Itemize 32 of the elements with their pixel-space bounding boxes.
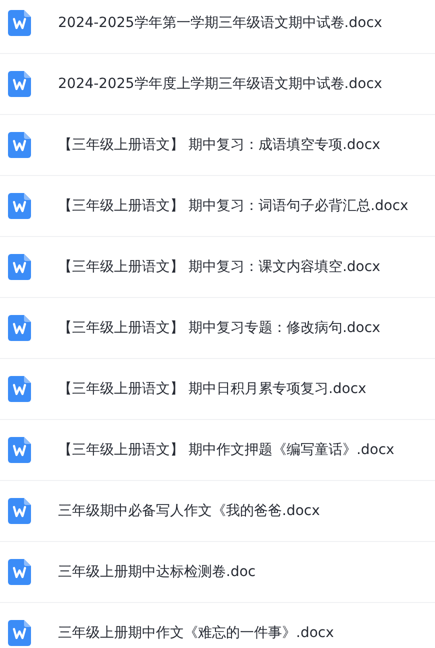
file-name: 【三年级上册语文】 期中日积月累专项复习.docx bbox=[58, 380, 366, 398]
word-document-icon bbox=[8, 498, 31, 524]
file-row[interactable]: 【三年级上册语文】 期中复习：成语填空专项.docx bbox=[0, 115, 435, 176]
file-row[interactable]: 三年级上册期中达标检测卷.doc bbox=[0, 542, 435, 603]
file-row[interactable]: 【三年级上册语文】 期中复习：词语句子必背汇总.docx bbox=[0, 176, 435, 237]
file-row[interactable]: 【三年级上册语文】 期中复习专题：修改病句.docx bbox=[0, 298, 435, 359]
file-name: 2024-2025学年度上学期三年级语文期中试卷.docx bbox=[58, 75, 382, 93]
word-document-icon bbox=[8, 254, 31, 280]
file-name: 【三年级上册语文】 期中复习：课文内容填空.docx bbox=[58, 258, 380, 276]
word-document-icon bbox=[8, 437, 31, 463]
file-name: 【三年级上册语文】 期中作文押题《编写童话》.docx bbox=[58, 441, 394, 459]
file-row[interactable]: 2024-2025学年第一学期三年级语文期中试卷.docx bbox=[0, 0, 435, 54]
file-row[interactable]: 2024-2025学年度上学期三年级语文期中试卷.docx bbox=[0, 54, 435, 115]
word-document-icon bbox=[8, 559, 31, 585]
file-name: 2024-2025学年第一学期三年级语文期中试卷.docx bbox=[58, 14, 382, 32]
word-document-icon bbox=[8, 193, 31, 219]
file-row[interactable]: 【三年级上册语文】 期中复习：课文内容填空.docx bbox=[0, 237, 435, 298]
file-name: 三年级上册期中作文《难忘的一件事》.docx bbox=[58, 624, 334, 642]
file-row[interactable]: 【三年级上册语文】 期中作文押题《编写童话》.docx bbox=[0, 420, 435, 481]
word-document-icon bbox=[8, 376, 31, 402]
word-document-icon bbox=[8, 10, 31, 36]
file-row[interactable]: 三年级上册期中作文《难忘的一件事》.docx bbox=[0, 603, 435, 648]
file-name: 【三年级上册语文】 期中复习专题：修改病句.docx bbox=[58, 319, 380, 337]
file-row[interactable]: 三年级期中必备写人作文《我的爸爸.docx bbox=[0, 481, 435, 542]
word-document-icon bbox=[8, 71, 31, 97]
file-name: 【三年级上册语文】 期中复习：词语句子必背汇总.docx bbox=[58, 197, 408, 215]
file-row[interactable]: 【三年级上册语文】 期中日积月累专项复习.docx bbox=[0, 359, 435, 420]
file-name: 三年级上册期中达标检测卷.doc bbox=[58, 563, 256, 581]
file-name: 【三年级上册语文】 期中复习：成语填空专项.docx bbox=[58, 136, 380, 154]
word-document-icon bbox=[8, 132, 31, 158]
file-name: 三年级期中必备写人作文《我的爸爸.docx bbox=[58, 502, 320, 520]
word-document-icon bbox=[8, 315, 31, 341]
